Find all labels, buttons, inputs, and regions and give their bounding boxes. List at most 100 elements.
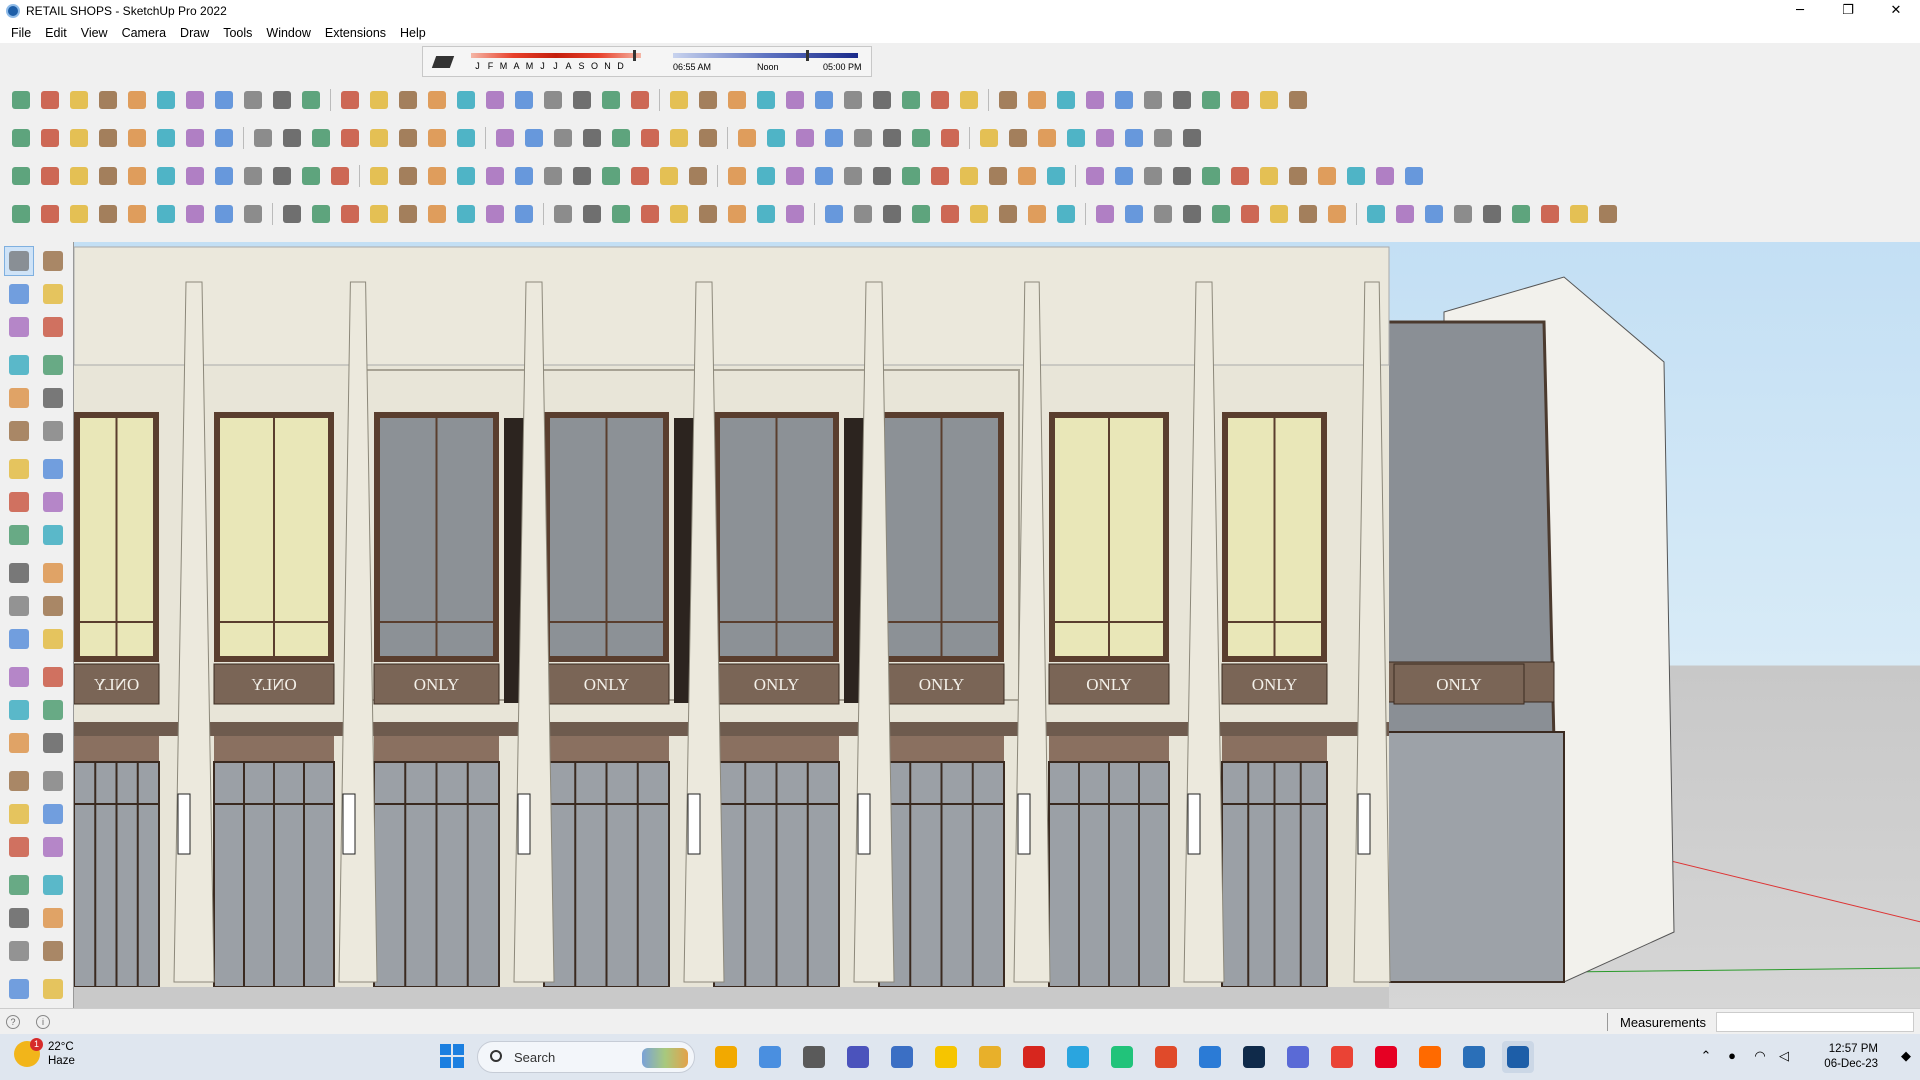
toolbar-tool-icon[interactable] [1080,162,1109,190]
copilot-icon[interactable] [754,1041,786,1073]
drawing-tool-icon[interactable] [4,936,34,966]
toolbar-tool-icon[interactable] [1119,200,1148,228]
toolbar-tool-icon[interactable] [751,86,780,114]
toolbar-tool-icon[interactable] [780,86,809,114]
menu-draw[interactable]: Draw [173,26,216,40]
toolbar-tool-icon[interactable] [335,124,364,152]
toolbar-tool-icon[interactable] [1148,200,1177,228]
toolbar-tool-icon[interactable] [422,86,451,114]
toolbar-tool-icon[interactable] [1041,162,1070,190]
month-slider-handle[interactable] [632,50,636,61]
toolbar-tool-icon[interactable] [93,86,122,114]
drawing-tool-icon[interactable] [38,520,68,550]
calculator-icon[interactable] [886,1041,918,1073]
toolbar-tool-icon[interactable] [974,124,1003,152]
drawing-tool-icon[interactable] [38,870,68,900]
toolbar-tool-icon[interactable] [635,124,664,152]
drawing-tool-icon[interactable] [4,350,34,380]
toolbar-tool-icon[interactable] [606,124,635,152]
toolbar-tool-icon[interactable] [809,162,838,190]
drawing-tool-icon[interactable] [4,454,34,484]
drawing-tool-icon[interactable] [38,695,68,725]
toolbar-tool-icon[interactable] [1322,200,1351,228]
toolbar-tool-icon[interactable] [238,86,267,114]
drawing-tool-icon[interactable] [4,487,34,517]
toolbar-tool-icon[interactable] [722,86,751,114]
toolbar-tool-icon[interactable] [364,162,393,190]
terminal-icon[interactable] [1458,1041,1490,1073]
toolbar-tool-icon[interactable] [1283,162,1312,190]
toolbar-tool-icon[interactable] [93,200,122,228]
toolbar-tool-icon[interactable] [964,200,993,228]
drawing-tool-icon[interactable] [38,279,68,309]
select-tool-icon[interactable] [4,246,34,276]
time-slider-handle[interactable] [806,50,810,61]
toolbar-tool-icon[interactable] [306,124,335,152]
drawing-tool-icon[interactable] [38,662,68,692]
toolbar-tool-icon[interactable] [925,86,954,114]
chrome-icon[interactable] [1326,1041,1358,1073]
toolbar-tool-icon[interactable] [1061,124,1090,152]
toolbar-tool-icon[interactable] [422,200,451,228]
drawing-tool-icon[interactable] [4,558,34,588]
toolbar-tool-icon[interactable] [1012,162,1041,190]
drawing-tool-icon[interactable] [38,728,68,758]
teams-icon[interactable] [842,1041,874,1073]
toolbar-tool-icon[interactable] [422,162,451,190]
notifications-icon[interactable]: ◆ [1898,1048,1914,1064]
toolbar-tool-icon[interactable] [1254,162,1283,190]
drawing-tool-icon[interactable] [4,728,34,758]
toolbar-tool-icon[interactable] [1090,124,1119,152]
toolbar-tool-icon[interactable] [64,86,93,114]
toolbar-tool-icon[interactable] [238,200,267,228]
toolbar-tool-icon[interactable] [1225,162,1254,190]
toolbar-tool-icon[interactable] [838,162,867,190]
toolbar-tool-icon[interactable] [1051,86,1080,114]
drawing-tool-icon[interactable] [4,383,34,413]
taskbar-search[interactable]: Search [477,1041,695,1073]
sketchup-icon[interactable] [1502,1041,1534,1073]
toolbar-tool-icon[interactable] [6,86,35,114]
toolbar-tool-icon[interactable] [122,124,151,152]
toolbar-tool-icon[interactable] [896,162,925,190]
toolbar-tool-icon[interactable] [1177,200,1206,228]
toolbar-tool-icon[interactable] [35,124,64,152]
toolbar-tool-icon[interactable] [751,162,780,190]
model-render[interactable]: ONLY ONLY ONLY ONLY ONLY ONLY ONLY ONLY ONLY [74,242,1920,1012]
toolbar-tool-icon[interactable] [693,200,722,228]
toolbar-tool-icon[interactable] [180,162,209,190]
toolbar-tool-icon[interactable] [1109,86,1138,114]
toolbar-tool-icon[interactable] [954,86,983,114]
toolbar-tool-icon[interactable] [732,124,761,152]
toolbar-tool-icon[interactable] [906,200,935,228]
toolbar-tool-icon[interactable] [335,86,364,114]
toolbar-tool-icon[interactable] [1022,86,1051,114]
toolbar-tool-icon[interactable] [577,124,606,152]
toolbar-tool-icon[interactable] [209,200,238,228]
toolbar-tool-icon[interactable] [1235,200,1264,228]
toolbar-tool-icon[interactable] [122,200,151,228]
toolbar-tool-icon[interactable] [64,200,93,228]
toolbar-tool-icon[interactable] [1177,124,1206,152]
drawing-tool-icon[interactable] [38,487,68,517]
toolbar-tool-icon[interactable] [1119,124,1148,152]
wifi-icon[interactable]: ◠ [1752,1048,1768,1064]
drawing-tool-icon[interactable] [38,454,68,484]
toolbar-tool-icon[interactable] [1283,86,1312,114]
close-button[interactable]: ✕ [1872,0,1920,22]
toolbar-tool-icon[interactable] [480,200,509,228]
measurements-input[interactable] [1716,1012,1914,1032]
toolbar-tool-icon[interactable] [780,200,809,228]
toolbar-tool-icon[interactable] [1138,162,1167,190]
toolbar-tool-icon[interactable] [867,162,896,190]
toolbar-tool-icon[interactable] [451,162,480,190]
toolbar-tool-icon[interactable] [1564,200,1593,228]
toolbar-tool-icon[interactable] [64,124,93,152]
toolbar-tool-icon[interactable] [683,162,712,190]
toolbar-tool-icon[interactable] [722,200,751,228]
toolbar-tool-icon[interactable] [1225,86,1254,114]
toolbar-tool-icon[interactable] [277,200,306,228]
toolbar-tool-icon[interactable] [151,86,180,114]
toolbar-tool-icon[interactable] [1090,200,1119,228]
toolbar-tool-icon[interactable] [393,162,422,190]
